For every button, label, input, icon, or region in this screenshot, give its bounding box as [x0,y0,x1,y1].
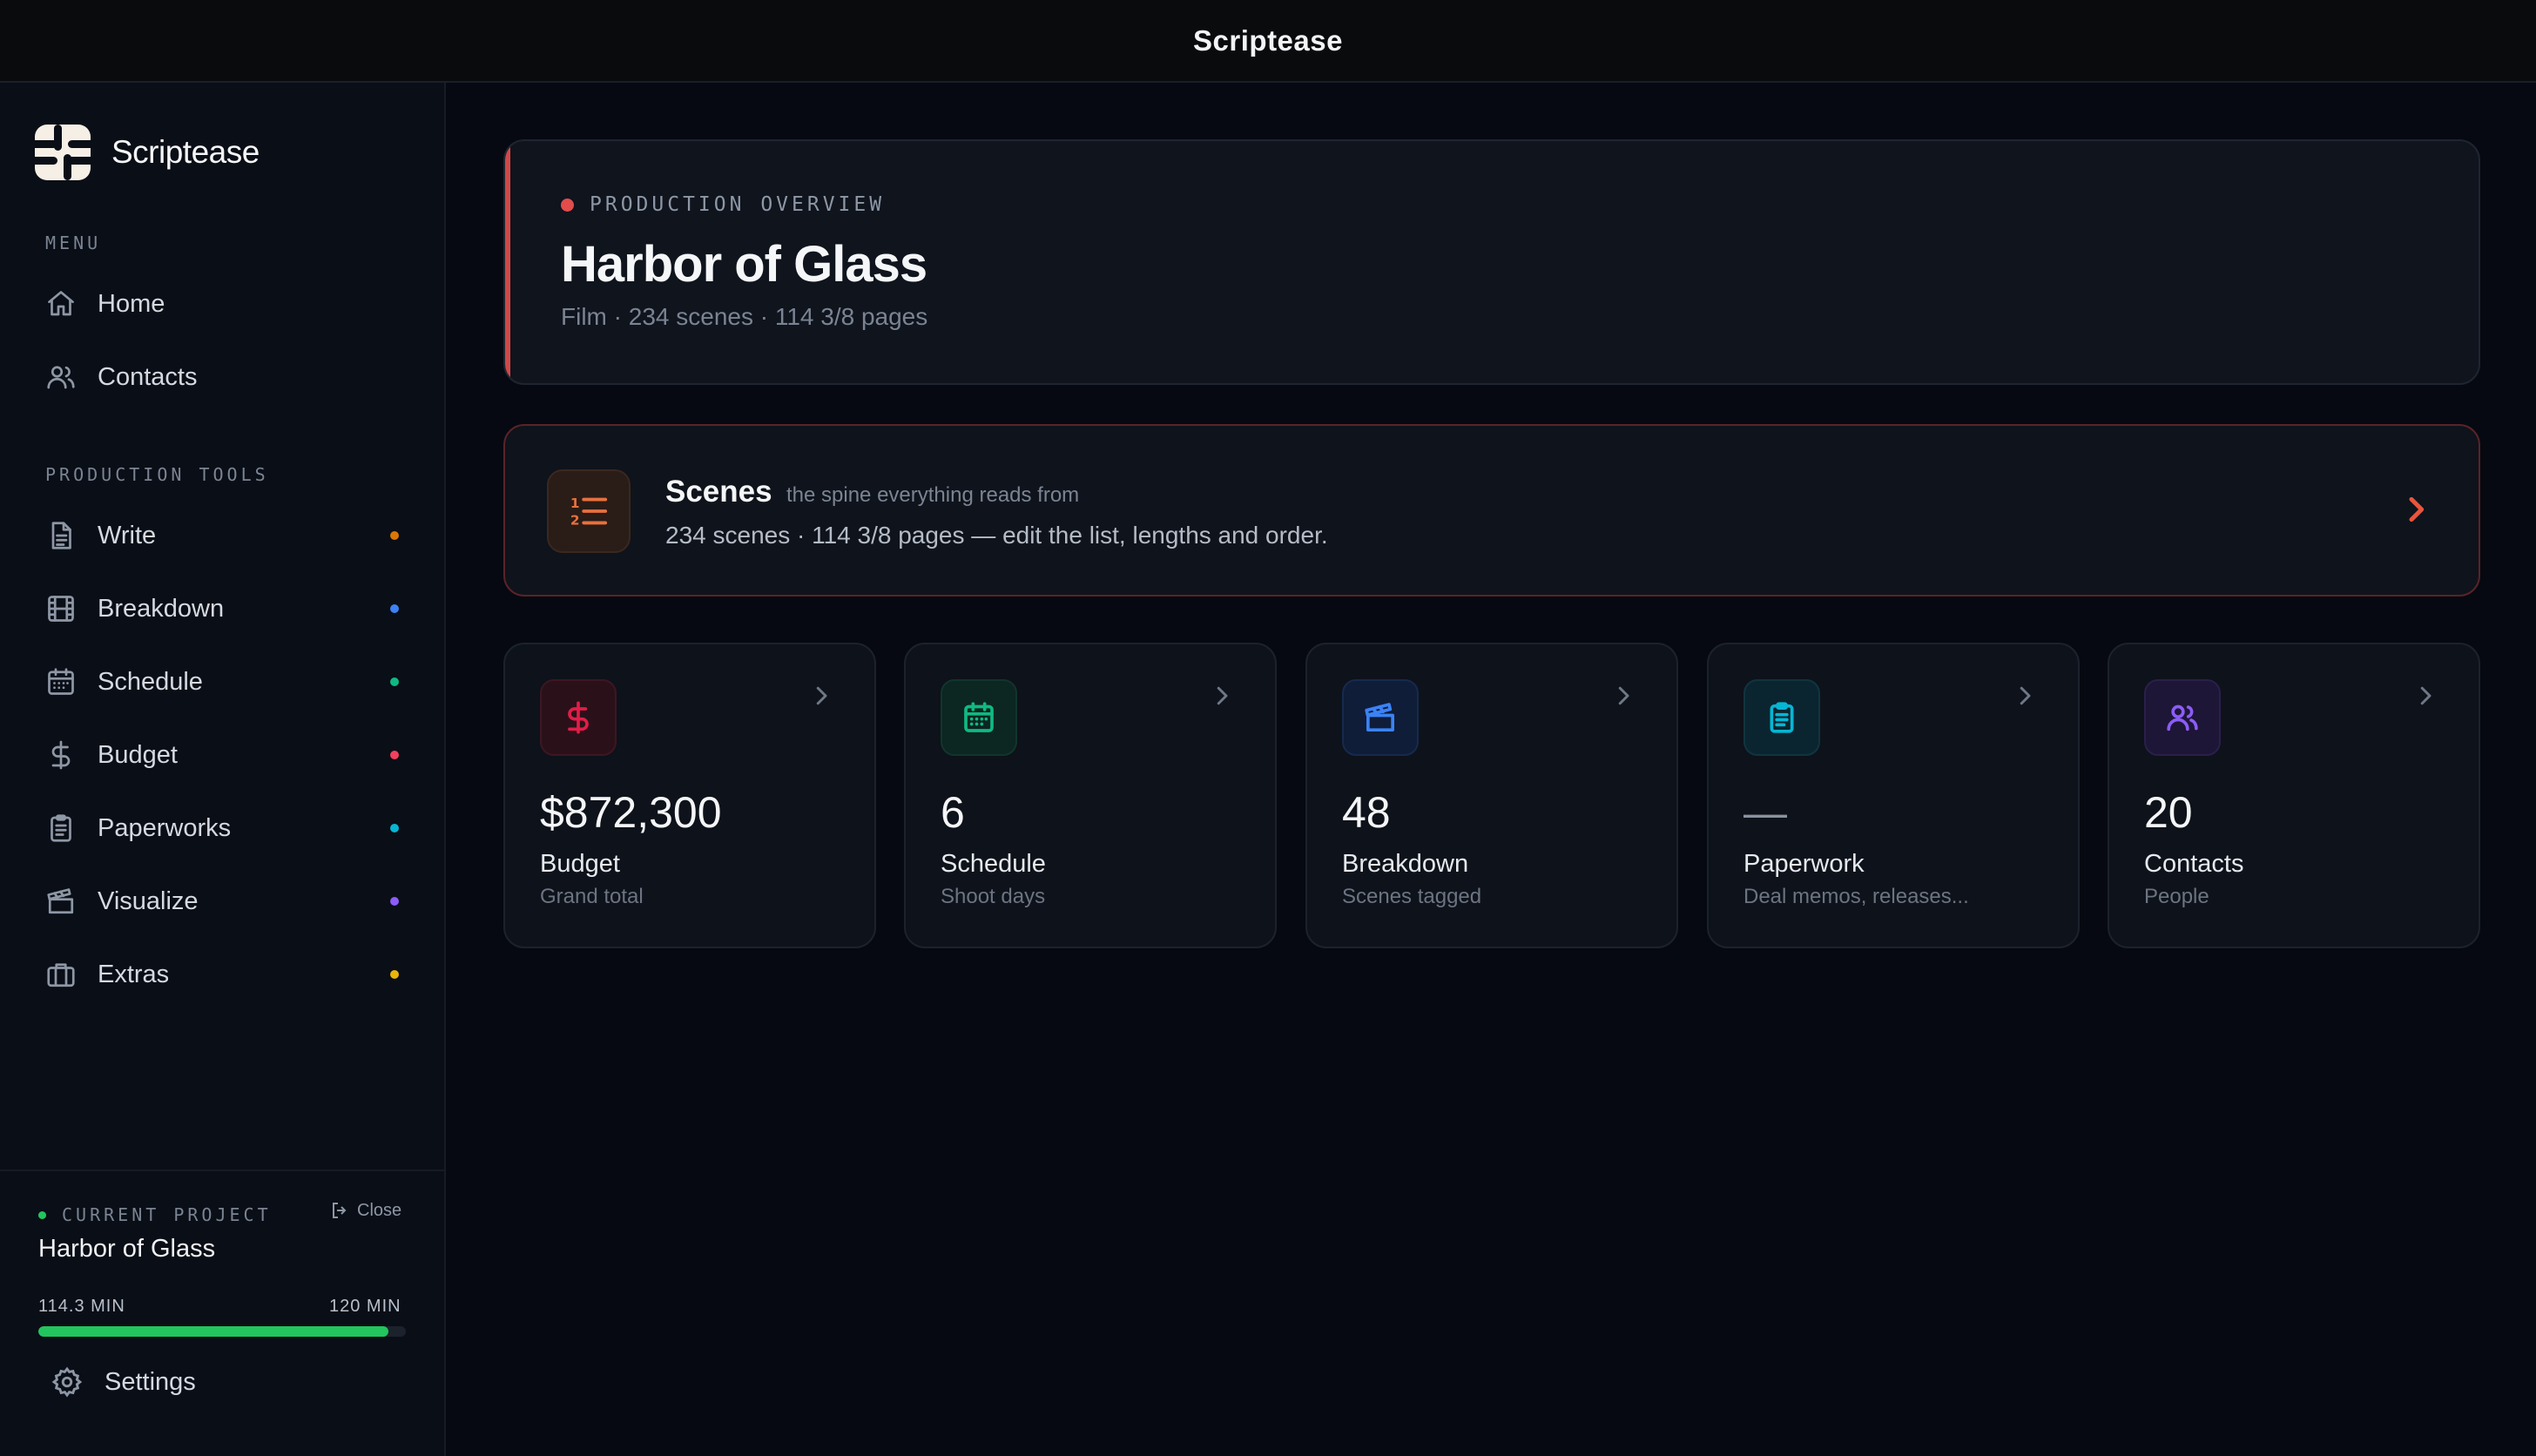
close-project-button[interactable]: Close [329,1200,401,1221]
production-tools-label: PRODUCTION TOOLS [45,464,269,485]
overview-status-dot [561,198,574,212]
card-value: 6 [941,788,965,837]
current-project-label: CURRENT PROJECT [38,1204,272,1225]
status-dot [390,970,399,979]
sidebar-item-budget[interactable]: Budget [44,727,409,783]
chevron-right-icon [808,683,834,709]
svg-text:2: 2 [570,512,580,528]
menu-section-label: MENU [45,233,102,253]
card-subtitle: Grand total [540,885,644,908]
breakdown-card[interactable]: 48 Breakdown Scenes tagged [1305,643,1678,948]
sidebar-item-extras[interactable]: Extras [44,947,409,1002]
users-icon [44,360,78,394]
brand-logo[interactable]: Scriptease [35,125,260,180]
sidebar-item-write[interactable]: Write [44,508,409,563]
card-value: 20 [2144,788,2193,837]
card-title: Contacts [2144,850,2244,878]
runtime-progress-fill [38,1326,388,1337]
settings-button[interactable]: Settings [51,1365,196,1399]
sidebar-item-breakdown[interactable]: Breakdown [44,581,409,637]
card-value: 48 [1342,788,1391,837]
runtime-label: 114.3 MIN [38,1297,125,1316]
window-titlebar: Scriptease [0,0,2536,83]
clipboard-icon [1744,679,1820,756]
gear-icon [51,1366,83,1398]
contacts-card[interactable]: 20 Contacts People [2108,643,2480,948]
budget-card[interactable]: $872,300 Budget Grand total [503,643,876,948]
card-subtitle: People [2144,885,2209,908]
scriptease-logo-icon [35,125,91,180]
card-subtitle: Deal memos, releases... [1744,885,1969,908]
dollar-icon [540,679,617,756]
home-icon [44,286,78,321]
status-dot [390,897,399,906]
card-subtitle: Shoot days [941,885,1046,908]
svg-text:1: 1 [570,495,580,511]
sidebar-item-schedule[interactable]: Schedule [44,654,409,710]
current-project-name: Harbor of Glass [38,1235,216,1263]
sidebar-item-contacts[interactable]: Contacts [44,349,409,405]
sidebar-item-visualize[interactable]: Visualize [44,873,409,929]
clapper-icon [44,884,78,919]
runtime-progress-bar [38,1326,406,1337]
status-dot [390,677,399,686]
users-icon [2144,679,2221,756]
chevron-right-icon [2412,683,2438,709]
card-value: — [1744,788,1787,837]
card-value: $872,300 [540,788,722,837]
chevron-right-icon [1610,683,1636,709]
card-subtitle: Scenes tagged [1342,885,1482,908]
chevron-right-icon [2012,683,2038,709]
overview-label: PRODUCTION OVERVIEW [561,193,885,216]
logout-icon [333,1203,347,1218]
briefcase-icon [44,957,78,992]
numbered-list-icon: 1 2 [547,469,631,553]
clipboard-icon [44,811,78,846]
production-overview-card: PRODUCTION OVERVIEW Harbor of Glass Film… [503,139,2480,385]
brand-name: Scriptease [111,134,260,170]
chevron-right-icon [2398,492,2433,527]
scenes-tagline: the spine everything reads from [786,483,1080,507]
card-title: Paperwork [1744,850,1865,878]
project-status-dot [38,1210,46,1219]
status-dot [390,824,399,832]
card-title: Schedule [941,850,1046,878]
card-title: Breakdown [1342,850,1469,878]
card-title: Budget [540,850,620,878]
sidebar-item-home[interactable]: Home [44,276,409,332]
page-title: Harbor of Glass [561,236,927,293]
clapper-icon [1342,679,1419,756]
document-icon [44,518,78,553]
calendar-icon [44,664,78,699]
overview-accent-bar [505,141,510,383]
status-dot [390,751,399,759]
window-title: Scriptease [1193,24,1343,57]
film-icon [44,591,78,626]
status-dot [390,531,399,540]
chevron-right-icon [1209,683,1235,709]
target-runtime-label: 120 MIN [329,1297,401,1316]
scenes-title: Scenes [665,475,772,509]
schedule-card[interactable]: 6 Schedule Shoot days [904,643,1277,948]
scenes-card[interactable]: 1 2 Scenes the spine everything reads fr… [503,424,2480,597]
overview-subtitle: Film · 234 scenes · 114 3/8 pages [561,303,928,330]
dollar-icon [44,738,78,772]
scenes-description: 234 scenes · 114 3/8 pages — edit the li… [665,522,1328,549]
sidebar-item-paperworks[interactable]: Paperworks [44,800,409,856]
paperwork-card[interactable]: — Paperwork Deal memos, releases... [1707,643,2080,948]
calendar-icon [941,679,1017,756]
status-dot [390,604,399,613]
